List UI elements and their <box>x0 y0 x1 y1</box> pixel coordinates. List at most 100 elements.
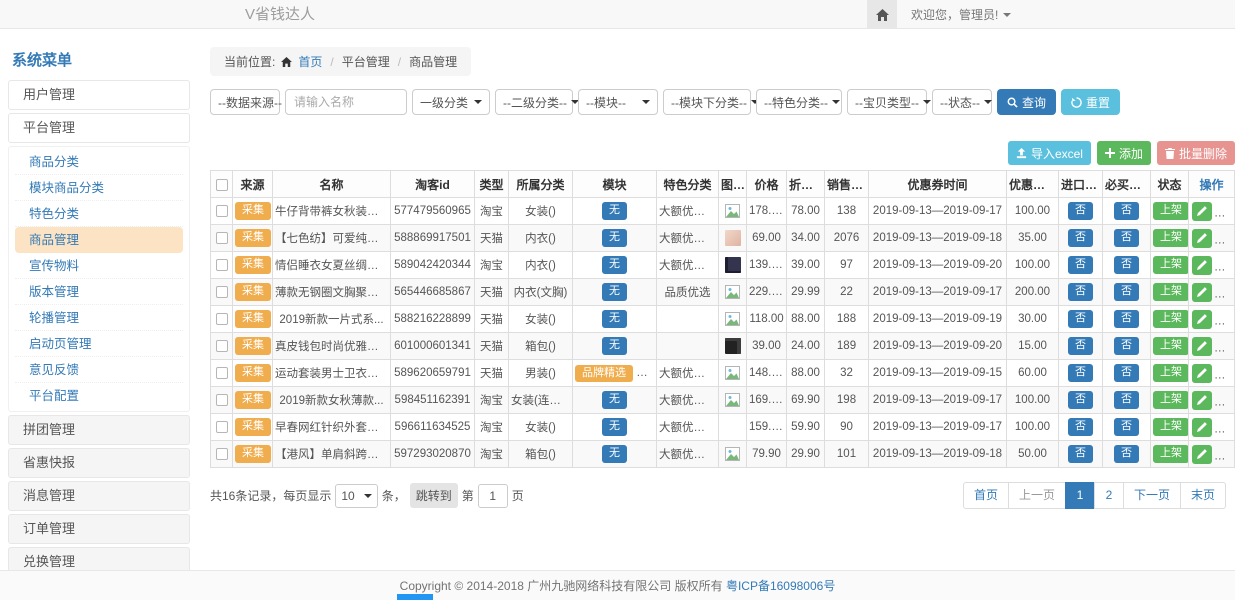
imported-toggle[interactable]: 否 <box>1068 391 1093 408</box>
filter-select[interactable]: --状态-- <box>932 89 992 115</box>
page-button[interactable]: 下一页 <box>1123 482 1181 509</box>
edit-button[interactable] <box>1192 256 1212 275</box>
page-button[interactable]: 2 <box>1094 482 1124 509</box>
filter-select[interactable]: --特色分类-- <box>756 89 842 115</box>
imported-toggle[interactable]: 否 <box>1068 445 1093 462</box>
must-buy-toggle[interactable]: 否 <box>1114 283 1139 300</box>
sidebar-subitem[interactable]: 宣传物料 <box>15 253 183 279</box>
status-badge[interactable]: 上架 <box>1153 391 1189 408</box>
sidebar-subitem[interactable]: 轮播管理 <box>15 305 183 331</box>
row-checkbox[interactable] <box>216 232 228 244</box>
imported-toggle[interactable]: 否 <box>1068 256 1093 273</box>
edit-button[interactable] <box>1192 391 1212 410</box>
row-checkbox[interactable] <box>216 205 228 217</box>
reset-button[interactable]: 重置 <box>1061 89 1120 115</box>
module-cell: 无 <box>573 441 657 468</box>
edit-button[interactable] <box>1192 418 1212 437</box>
sidebar-subitem[interactable]: 意见反馈 <box>15 357 183 383</box>
page-button[interactable]: 首页 <box>963 482 1009 509</box>
row-checkbox[interactable] <box>216 286 228 298</box>
imported-toggle[interactable]: 否 <box>1068 283 1093 300</box>
jump-button[interactable]: 跳转到 <box>410 483 458 508</box>
edit-button[interactable] <box>1192 283 1212 302</box>
select-all-checkbox[interactable] <box>216 179 228 191</box>
must-buy-toggle[interactable]: 否 <box>1114 202 1139 219</box>
imported-toggle[interactable]: 否 <box>1068 337 1093 354</box>
filter-select[interactable]: --二级分类-- <box>495 89 573 115</box>
filter-select[interactable]: --数据来源-- <box>210 89 280 115</box>
status-badge[interactable]: 上架 <box>1153 202 1189 219</box>
imported-toggle[interactable]: 否 <box>1068 364 1093 381</box>
edit-button[interactable] <box>1192 310 1212 329</box>
must-buy-toggle[interactable]: 否 <box>1114 445 1139 462</box>
sidebar-group[interactable]: 拼团管理 <box>8 415 190 445</box>
sidebar-group[interactable]: 订单管理 <box>8 514 190 544</box>
filter-select[interactable]: --模块下分类-- <box>663 89 751 115</box>
page-button[interactable]: 上一页 <box>1008 482 1066 509</box>
imported-toggle[interactable]: 否 <box>1068 202 1093 219</box>
pagination-summary: 共16条记录，每页显示 10 条， 跳转到 第 页 <box>210 483 524 508</box>
must-buy-toggle[interactable]: 否 <box>1114 418 1139 435</box>
status-badge[interactable]: 上架 <box>1153 418 1189 435</box>
product-category: 箱包() <box>509 441 573 468</box>
sidebar-subitem[interactable]: 特色分类 <box>15 201 183 227</box>
must-buy-toggle[interactable]: 否 <box>1114 310 1139 327</box>
sidebar-group[interactable]: 平台管理 <box>8 113 190 143</box>
discount-price: 34.00 <box>787 225 825 252</box>
filter-select[interactable]: 一级分类 <box>412 89 490 115</box>
home-button[interactable] <box>867 0 897 29</box>
status-badge[interactable]: 上架 <box>1153 445 1189 462</box>
status-badge[interactable]: 上架 <box>1153 283 1189 300</box>
row-checkbox[interactable] <box>216 313 228 325</box>
filter-select[interactable]: --宝贝类型-- <box>847 89 927 115</box>
row-checkbox[interactable] <box>216 394 228 406</box>
sidebar-group[interactable]: 用户管理 <box>8 80 190 110</box>
imported-toggle[interactable]: 否 <box>1068 229 1093 246</box>
status-badge[interactable]: 上架 <box>1153 337 1189 354</box>
page-button[interactable]: 1 <box>1065 482 1095 509</box>
sidebar-subitem[interactable]: 商品管理 <box>15 227 183 253</box>
per-page-select[interactable]: 10 <box>335 484 377 508</box>
edit-button[interactable] <box>1192 445 1212 464</box>
icp-link[interactable]: 粤ICP备16098006号 <box>726 577 835 594</box>
sidebar-subitem[interactable]: 平台配置 <box>15 383 183 409</box>
row-checkbox[interactable] <box>216 259 228 271</box>
batch-delete-button[interactable]: 批量删除 <box>1157 141 1235 165</box>
row-checkbox[interactable] <box>216 340 228 352</box>
imported-toggle[interactable]: 否 <box>1068 310 1093 327</box>
sidebar-group[interactable]: 省惠快报 <box>8 448 190 478</box>
row-checkbox[interactable] <box>216 448 228 460</box>
import-excel-button[interactable]: 导入excel <box>1008 141 1091 165</box>
edit-button[interactable] <box>1192 337 1212 356</box>
row-checkbox[interactable] <box>216 367 228 379</box>
imported-toggle[interactable]: 否 <box>1068 418 1093 435</box>
edit-button[interactable] <box>1192 202 1212 221</box>
must-buy-toggle[interactable]: 否 <box>1114 364 1139 381</box>
edit-button[interactable] <box>1192 364 1212 383</box>
status-badge[interactable]: 上架 <box>1153 364 1189 381</box>
sidebar-subitem[interactable]: 版本管理 <box>15 279 183 305</box>
row-checkbox[interactable] <box>216 421 228 433</box>
status-badge[interactable]: 上架 <box>1153 256 1189 273</box>
search-button[interactable]: 查询 <box>997 89 1056 115</box>
coupon-time: 2019-09-13—2019-09-15 <box>869 360 1007 387</box>
sidebar-subitem[interactable]: 商品分类 <box>15 149 183 175</box>
filter-select[interactable]: --模块-- <box>578 89 658 115</box>
sidebar-group[interactable]: 消息管理 <box>8 481 190 511</box>
sidebar-subitem[interactable]: 启动页管理 <box>15 331 183 357</box>
must-buy-toggle[interactable]: 否 <box>1114 256 1139 273</box>
edit-button[interactable] <box>1192 229 1212 248</box>
must-buy-toggle[interactable]: 否 <box>1114 391 1139 408</box>
add-button[interactable]: 添加 <box>1097 141 1151 165</box>
status-badge[interactable]: 上架 <box>1153 229 1189 246</box>
name-search-input[interactable] <box>285 89 407 115</box>
user-menu[interactable]: 欢迎您，管理员! <box>897 0 1011 29</box>
jump-page-input[interactable] <box>478 484 508 508</box>
must-buy-toggle[interactable]: 否 <box>1114 229 1139 246</box>
sidebar-subitem[interactable]: 模块商品分类 <box>15 175 183 201</box>
breadcrumb-home-link[interactable]: 首页 <box>298 53 322 70</box>
must-buy-toggle[interactable]: 否 <box>1114 337 1139 354</box>
status-badge[interactable]: 上架 <box>1153 310 1189 327</box>
page-button[interactable]: 末页 <box>1180 482 1226 509</box>
module-badge: 无 <box>602 418 627 435</box>
